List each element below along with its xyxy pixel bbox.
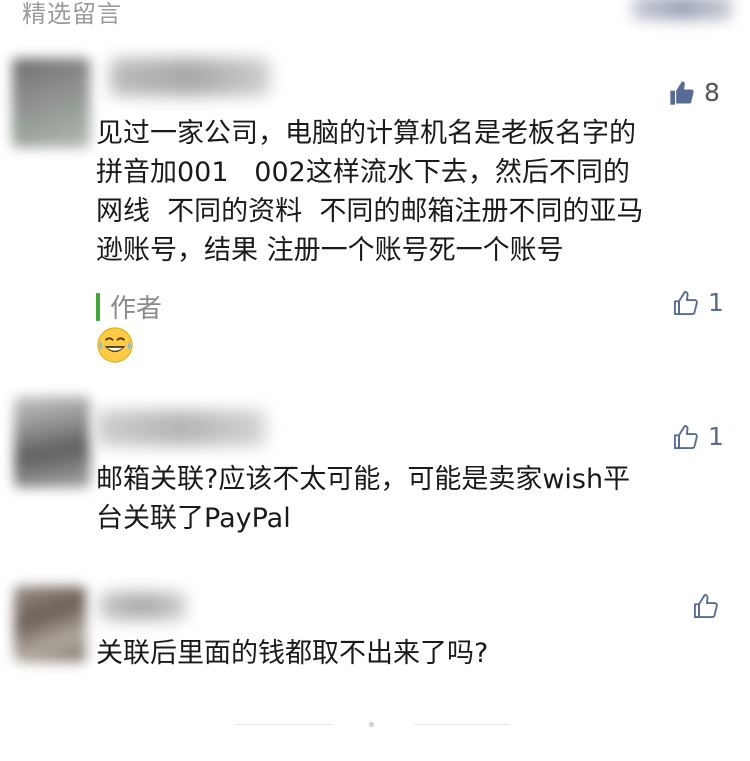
end-divider-right <box>414 724 510 725</box>
author-reply-tag: 作者 <box>96 288 162 325</box>
avatar[interactable] <box>14 396 90 488</box>
thumbs-up-outline-icon <box>673 290 698 315</box>
avatar[interactable] <box>12 58 90 148</box>
like-button[interactable]: 1 <box>672 422 724 451</box>
reply-like-count: 1 <box>708 288 724 317</box>
laughing-tears-emoji-icon <box>97 327 133 363</box>
comment-text: 见过一家公司，电脑的计算机名是老板名字的 拼音加001 002这样流水下去，然后… <box>96 118 644 266</box>
like-count: 1 <box>708 422 724 451</box>
comment-text: 关联后里面的钱都取不出来了吗? <box>96 638 489 669</box>
blurred-top-right-element <box>632 0 732 20</box>
like-button[interactable]: 8 <box>668 78 720 107</box>
commenter-name <box>100 592 186 620</box>
commenter-name <box>110 58 270 96</box>
end-divider-dot <box>369 722 374 727</box>
comment-text: 邮箱关联?应该不太可能，可能是卖家wish平 台关联了PayPal <box>96 464 631 534</box>
reply-like-button[interactable]: 1 <box>672 288 724 317</box>
author-label: 作者 <box>110 294 163 324</box>
avatar[interactable] <box>14 586 86 662</box>
section-title: 精选留言 <box>22 0 122 28</box>
thumbs-up-outline-icon <box>673 424 698 449</box>
like-count: 8 <box>704 78 720 107</box>
commenter-name <box>96 410 266 446</box>
thumbs-up-outline-icon <box>693 593 718 619</box>
thumbs-up-filled-icon <box>670 80 694 105</box>
end-divider-left <box>236 724 332 725</box>
like-button[interactable] <box>692 592 728 620</box>
author-indicator-bar <box>96 292 100 321</box>
